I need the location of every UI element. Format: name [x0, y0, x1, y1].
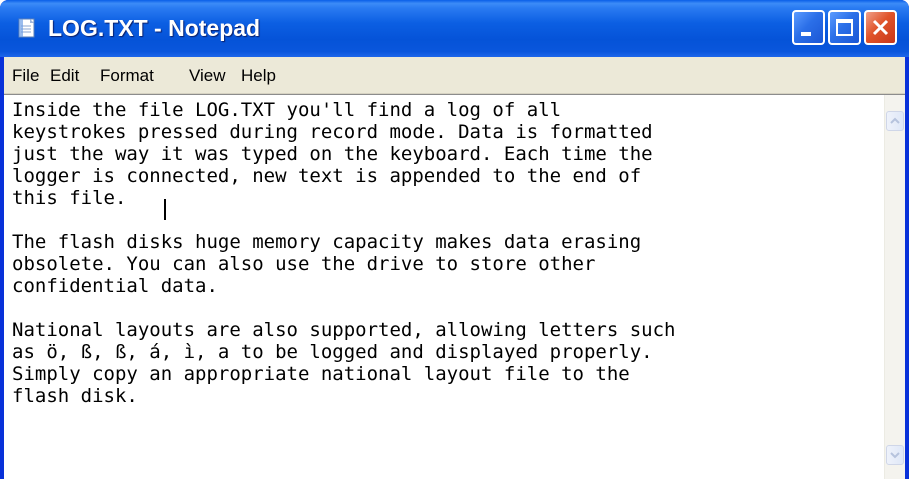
menu-edit[interactable]: Edit [50, 57, 79, 94]
menu-view[interactable]: View [189, 57, 226, 94]
scroll-up-button[interactable] [886, 111, 904, 131]
text-editor[interactable]: Inside the file LOG.TXT you'll find a lo… [4, 94, 905, 479]
maximize-icon [836, 19, 853, 36]
window-title: LOG.TXT - Notepad [48, 15, 261, 41]
minimize-icon [801, 32, 811, 36]
menu-bar: File Edit Format View Help [4, 57, 905, 94]
vertical-scrollbar[interactable] [884, 95, 905, 479]
notepad-icon[interactable] [16, 17, 38, 39]
close-button[interactable] [864, 10, 897, 45]
text-cursor [164, 199, 166, 220]
scroll-up-arrow-icon [890, 117, 900, 124]
editor-content[interactable]: Inside the file LOG.TXT you'll find a lo… [12, 99, 878, 407]
title-bar[interactable]: LOG.TXT - Notepad [0, 0, 909, 57]
menu-help[interactable]: Help [241, 57, 276, 94]
menu-file[interactable]: File [12, 57, 39, 94]
scroll-down-button[interactable] [886, 445, 904, 465]
minimize-button[interactable] [792, 10, 825, 45]
scroll-down-arrow-icon [890, 452, 900, 459]
menu-format[interactable]: Format [100, 57, 154, 94]
notepad-window: LOG.TXT - Notepad File Edit Format View … [0, 0, 909, 479]
close-icon [872, 19, 889, 36]
maximize-button[interactable] [828, 10, 861, 45]
